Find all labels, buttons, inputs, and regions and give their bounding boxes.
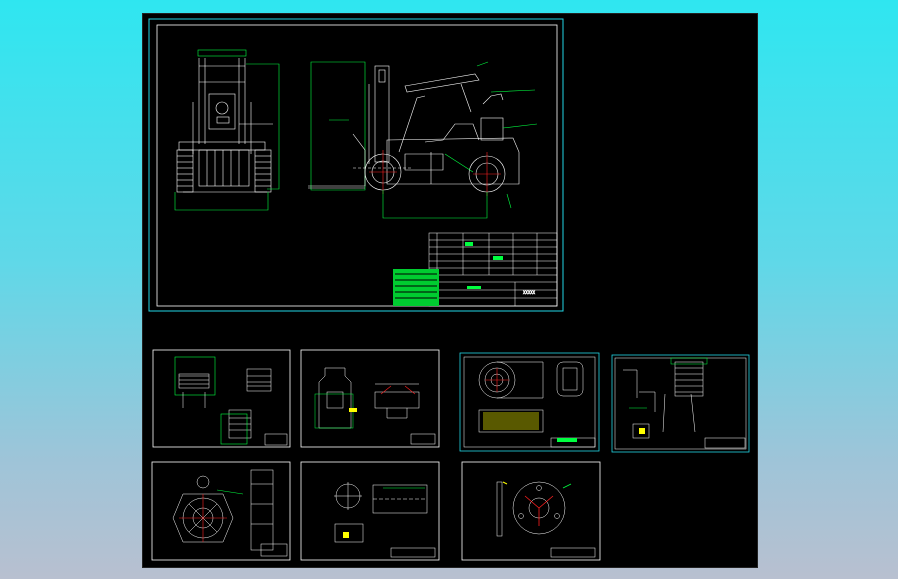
sheet-hub-part[interactable] xyxy=(459,352,600,452)
sheet-shaft-part[interactable] xyxy=(300,461,440,561)
main-title-block: XXXXX xyxy=(393,232,558,307)
forklift-side-view xyxy=(308,61,538,219)
forklift-front-view xyxy=(174,49,280,211)
sheet-detail-sections[interactable] xyxy=(152,349,291,448)
sheet-forklift-assembly[interactable]: XXXXX xyxy=(148,18,564,312)
sheet-disc-part[interactable] xyxy=(461,461,601,561)
sheet-flange-part[interactable] xyxy=(151,461,291,561)
sheet-mast-assembly[interactable] xyxy=(611,354,750,453)
title-block-highlight: XXXXX xyxy=(523,290,536,295)
cad-drawing-canvas[interactable]: XXXXX xyxy=(142,13,758,568)
sheet-bracket-section[interactable] xyxy=(300,349,440,448)
